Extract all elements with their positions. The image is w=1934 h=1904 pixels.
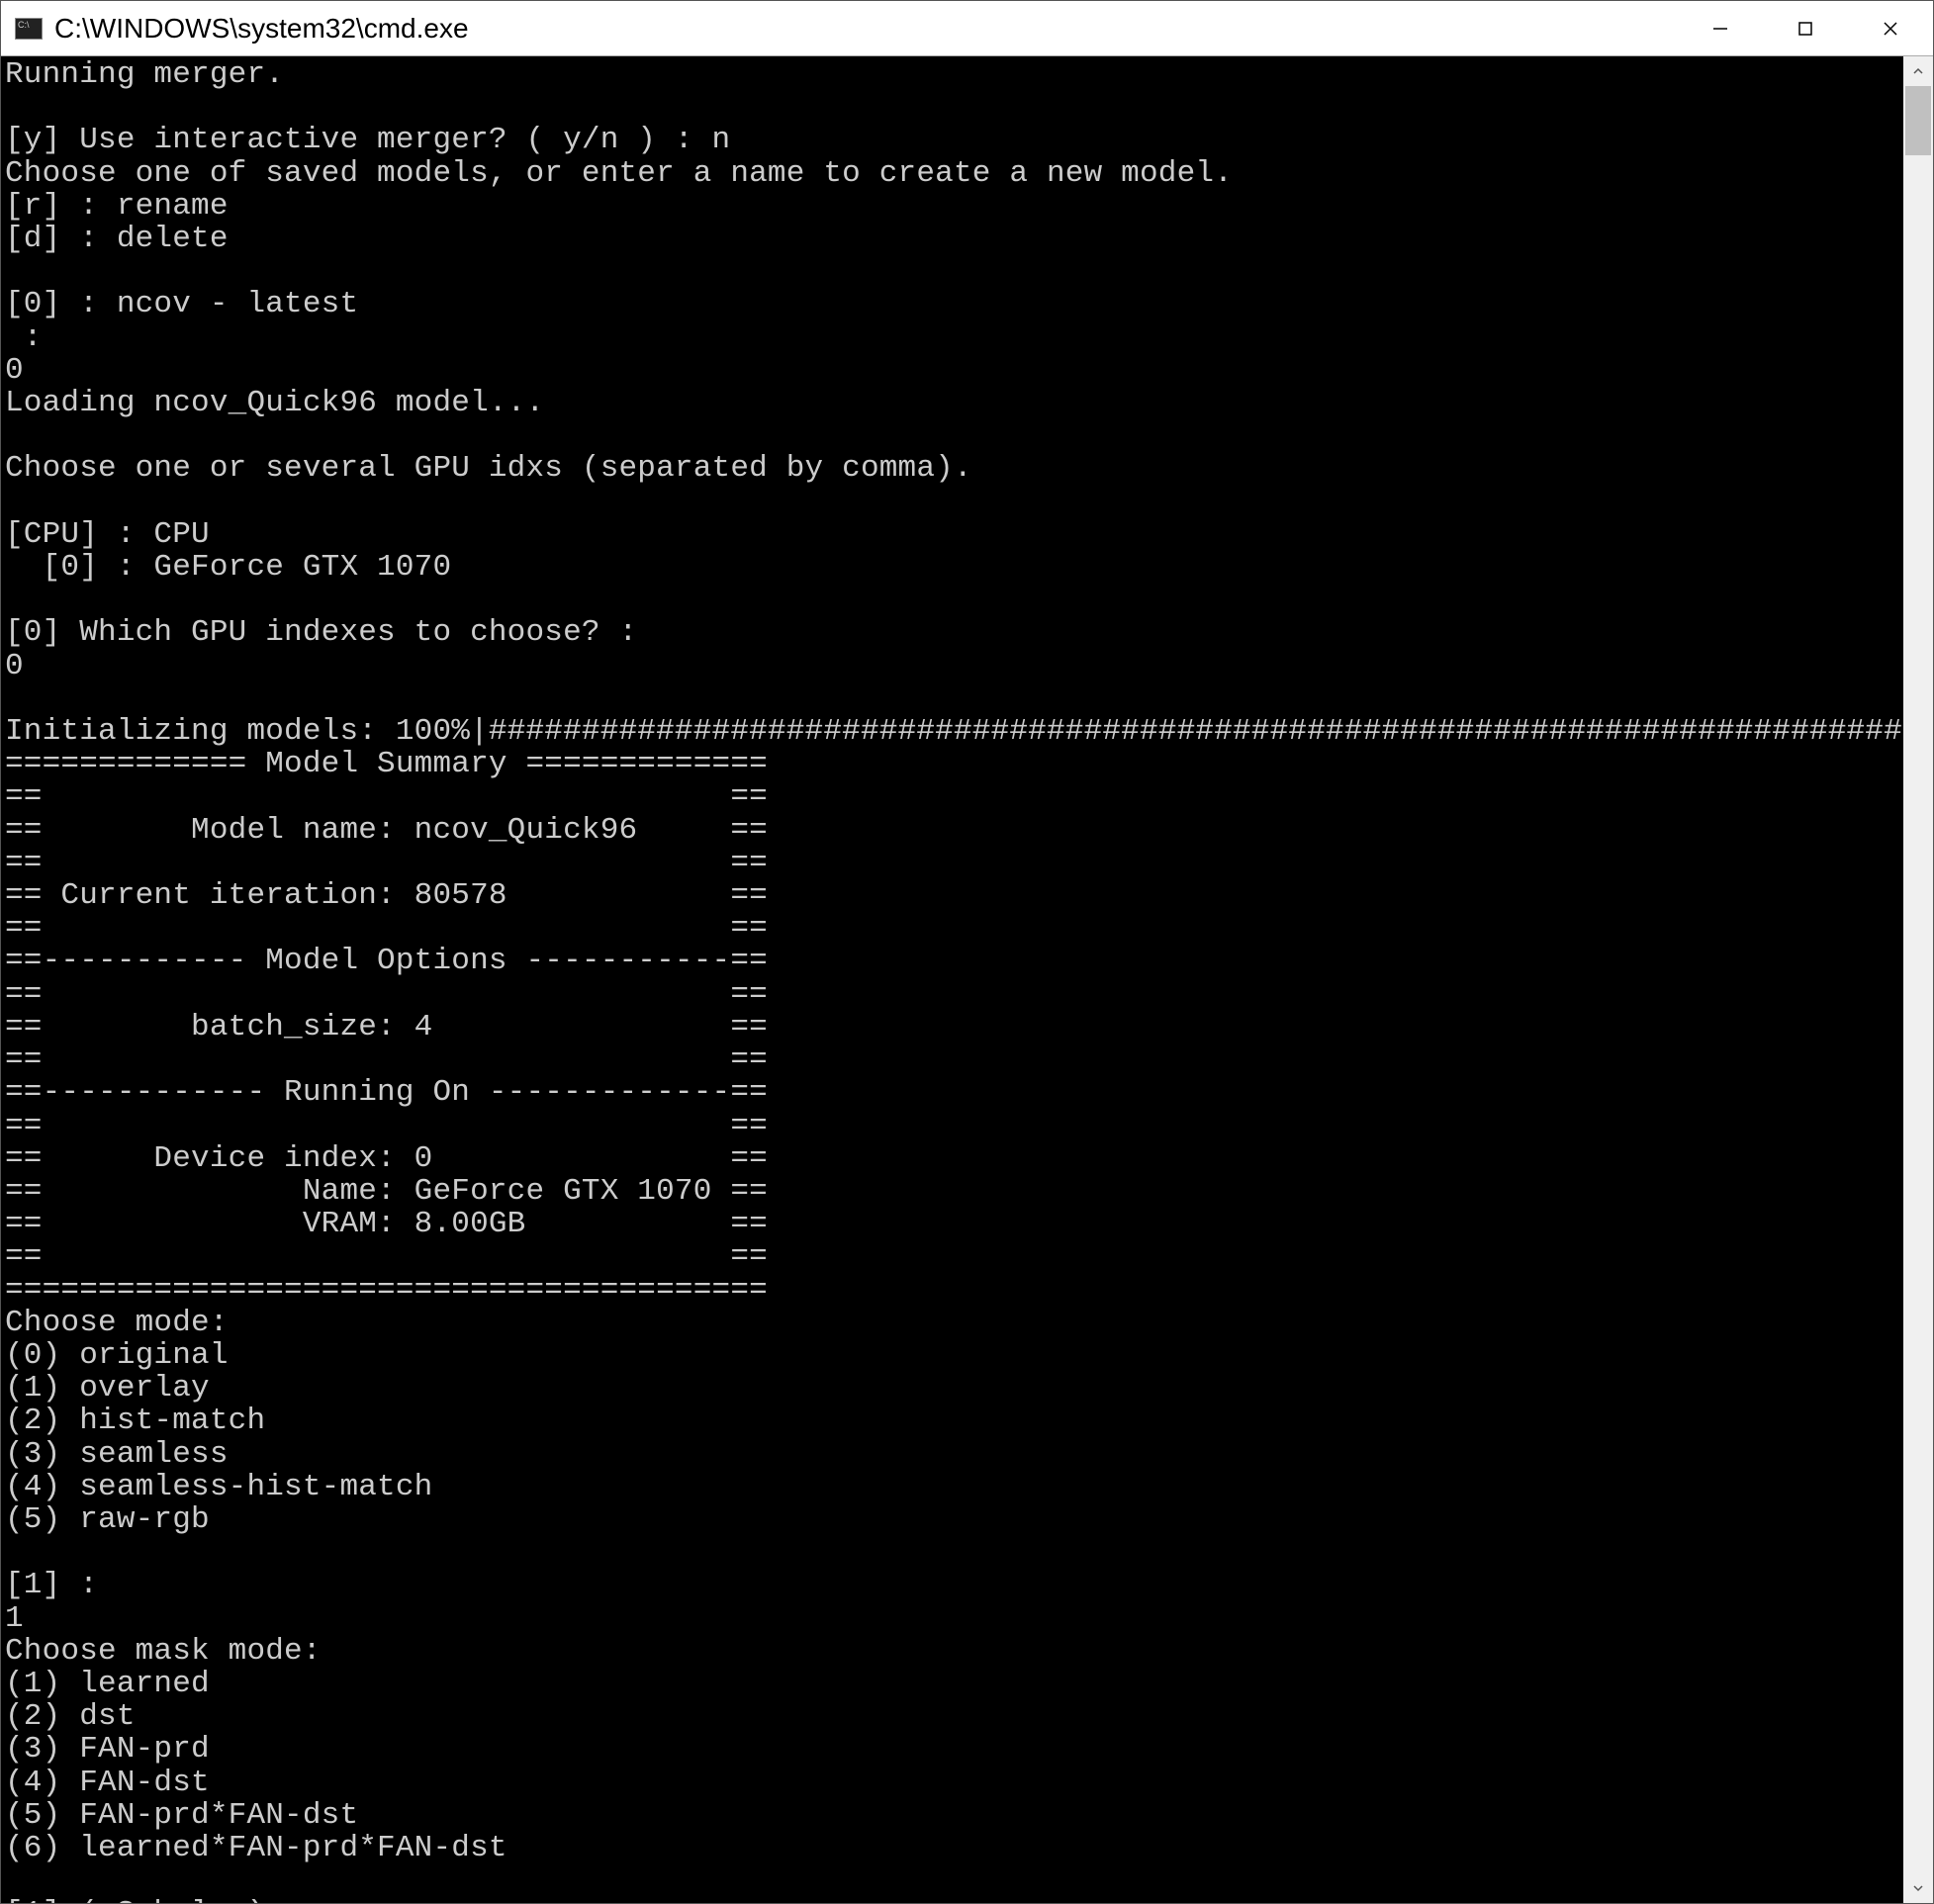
scrollbar-thumb[interactable] <box>1905 86 1931 155</box>
chevron-down-icon <box>1912 1882 1924 1894</box>
maximize-icon <box>1796 19 1815 39</box>
minimize-icon <box>1710 19 1730 39</box>
close-button[interactable] <box>1848 1 1933 56</box>
chevron-up-icon <box>1912 65 1924 77</box>
cmd-icon <box>15 18 43 40</box>
scrollbar-track[interactable] <box>1903 86 1933 1873</box>
client-area: Running merger. [y] Use interactive merg… <box>1 56 1933 1903</box>
terminal-output[interactable]: Running merger. [y] Use interactive merg… <box>1 56 1903 1903</box>
maximize-button[interactable] <box>1763 1 1848 56</box>
scroll-up-arrow[interactable] <box>1903 56 1933 86</box>
window-title: C:\WINDOWS\system32\cmd.exe <box>54 13 1678 45</box>
vertical-scrollbar[interactable] <box>1903 56 1933 1903</box>
cmd-window: C:\WINDOWS\system32\cmd.exe Running merg… <box>0 0 1934 1904</box>
minimize-button[interactable] <box>1678 1 1763 56</box>
titlebar[interactable]: C:\WINDOWS\system32\cmd.exe <box>1 1 1933 56</box>
close-icon <box>1881 19 1900 39</box>
scroll-down-arrow[interactable] <box>1903 1873 1933 1903</box>
